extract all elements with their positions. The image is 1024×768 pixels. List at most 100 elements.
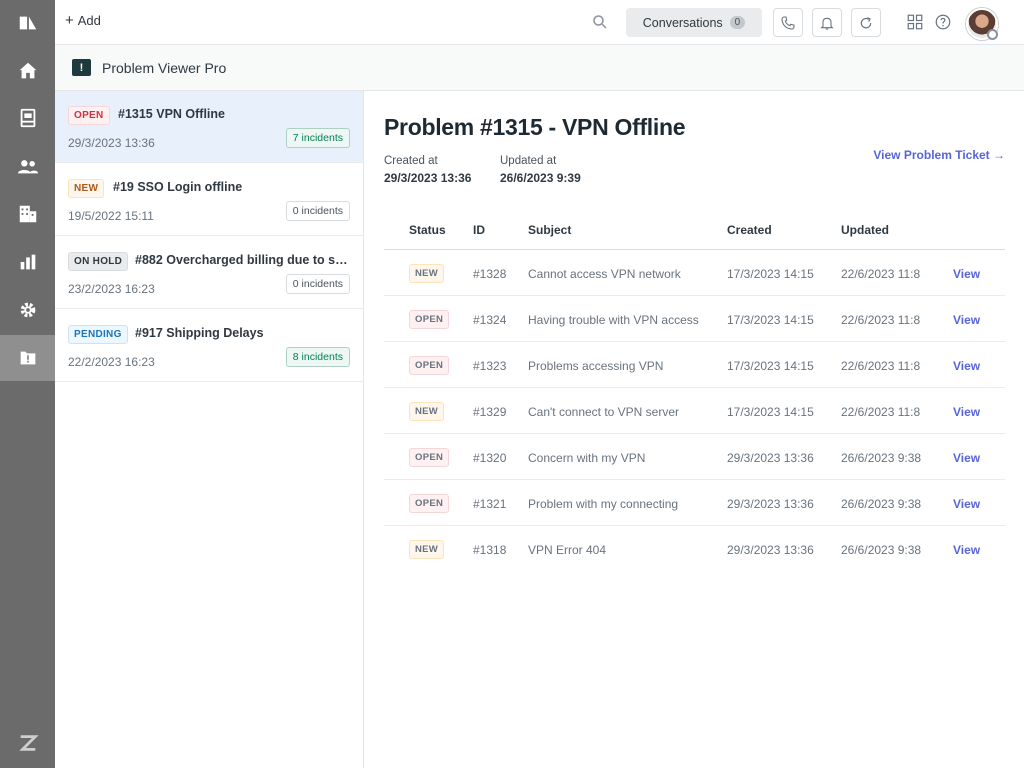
search-icon[interactable] <box>591 13 609 31</box>
column-header-updated[interactable]: Updated <box>841 223 889 237</box>
table-row: NEW #1318 VPN Error 404 29/3/2023 13:36 … <box>384 526 1005 572</box>
updated-value: 26/6/2023 9:39 <box>500 171 581 185</box>
view-link[interactable]: View <box>953 405 980 419</box>
problem-list: OPEN #1315 VPN Offline 29/3/2023 13:36 7… <box>55 91 364 768</box>
views-icon[interactable] <box>0 95 55 141</box>
ticket-subject: Concern with my VPN <box>528 451 646 465</box>
top-bar: + Add Conversations 0 <box>55 0 1024 45</box>
ticket-id: #1323 <box>473 359 507 373</box>
table-row: OPEN #1320 Concern with my VPN 29/3/2023… <box>384 434 1005 480</box>
ticket-created: 29/3/2023 13:36 <box>727 451 814 465</box>
ticket-updated: 22/6/2023 11:8 <box>841 313 921 327</box>
ticket-id: #1318 <box>473 543 507 557</box>
problem-list-item[interactable]: ON HOLD #882 Overcharged billing due to … <box>55 237 363 309</box>
help-icon[interactable] <box>934 13 952 31</box>
ticket-updated: 26/6/2023 9:38 <box>841 543 922 557</box>
problem-date: 29/3/2023 13:36 <box>68 136 155 150</box>
view-link[interactable]: View <box>953 313 980 327</box>
problem-date: 23/2/2023 16:23 <box>68 282 155 296</box>
app-header: ! Problem Viewer Pro <box>55 45 1024 91</box>
created-label: Created at <box>384 155 438 167</box>
incidents-count-badge: 7 incidents <box>285 128 350 148</box>
ticket-created: 17/3/2023 14:15 <box>727 267 814 281</box>
table-row: OPEN #1323 Problems accessing VPN 17/3/2… <box>384 342 1005 388</box>
add-label: Add <box>77 13 101 28</box>
status-badge: OPEN <box>409 356 450 375</box>
status-badge: NEW <box>68 179 105 198</box>
column-header-created[interactable]: Created <box>727 223 772 237</box>
problem-viewer-logo-icon: ! <box>72 59 91 76</box>
table-row: OPEN #1324 Having trouble with VPN acces… <box>384 296 1005 342</box>
plus-icon: + <box>65 12 74 29</box>
bell-icon <box>820 17 834 30</box>
apps-grid-icon[interactable] <box>906 13 924 31</box>
view-link[interactable]: View <box>953 267 980 281</box>
status-badge: PENDING <box>68 325 128 344</box>
table-row: OPEN #1321 Problem with my connecting 29… <box>384 480 1005 526</box>
view-problem-ticket-link[interactable]: View Problem Ticket → <box>873 148 1005 162</box>
ticket-subject: VPN Error 404 <box>528 543 607 557</box>
status-badge: OPEN <box>409 310 450 329</box>
app-title: Problem Viewer Pro <box>102 60 227 76</box>
ticket-id: #1324 <box>473 313 507 327</box>
view-link[interactable]: View <box>953 359 980 373</box>
conversations-count-badge: 0 <box>729 16 746 29</box>
table-row: NEW #1329 Can't connect to VPN server 17… <box>384 388 1005 434</box>
column-header-id[interactable]: ID <box>473 223 485 237</box>
view-link[interactable]: View <box>953 543 980 557</box>
ticket-subject: Problem with my connecting <box>528 497 679 511</box>
incidents-count-badge: 0 incidents <box>285 201 350 221</box>
status-badge: NEW <box>409 540 445 559</box>
phone-icon <box>781 15 795 30</box>
problem-list-item[interactable]: OPEN #1315 VPN Offline 29/3/2023 13:36 7… <box>55 91 363 163</box>
view-link[interactable]: View <box>953 497 980 511</box>
ticket-id: #1320 <box>473 451 507 465</box>
incidents-count-badge: 8 incidents <box>285 347 350 367</box>
ticket-updated: 22/6/2023 11:8 <box>841 267 921 281</box>
nav-rail <box>0 0 55 768</box>
reporting-icon[interactable] <box>0 239 55 285</box>
problem-list-item[interactable]: PENDING #917 Shipping Delays 22/2/2023 1… <box>55 310 363 382</box>
home-icon[interactable] <box>0 48 55 94</box>
updated-label: Updated at <box>500 155 557 167</box>
column-header-subject[interactable]: Subject <box>528 223 571 237</box>
conversations-button[interactable]: Conversations 0 <box>626 8 762 37</box>
organizations-icon[interactable] <box>0 191 55 237</box>
ticket-id: #1329 <box>473 405 507 419</box>
status-badge: ON HOLD <box>68 252 129 271</box>
view-link[interactable]: View <box>953 451 980 465</box>
ticket-subject: Can't connect to VPN server <box>528 405 680 419</box>
refresh-button[interactable] <box>851 8 881 37</box>
ticket-updated: 26/6/2023 9:38 <box>841 497 922 511</box>
notifications-button[interactable] <box>812 8 842 37</box>
ticket-created: 29/3/2023 13:36 <box>727 497 814 511</box>
table-row: NEW #1328 Cannot access VPN network 17/3… <box>384 250 1005 296</box>
problem-title: #19 SSO Login offline <box>113 180 243 194</box>
product-logo-icon[interactable] <box>0 0 55 46</box>
problem-list-item[interactable]: NEW #19 SSO Login offline 19/5/2022 15:1… <box>55 164 363 236</box>
status-badge: OPEN <box>68 106 110 125</box>
problem-viewer-app-icon[interactable] <box>0 335 55 381</box>
problem-date: 22/2/2023 16:23 <box>68 355 155 369</box>
settings-gear-icon[interactable] <box>0 287 55 333</box>
phone-button[interactable] <box>773 8 803 37</box>
ticket-created: 17/3/2023 14:15 <box>727 359 814 373</box>
ticket-created: 17/3/2023 14:15 <box>727 405 814 419</box>
ticket-id: #1321 <box>473 497 507 511</box>
column-header-status[interactable]: Status <box>409 223 446 237</box>
ticket-id: #1328 <box>473 267 507 281</box>
ticket-subject: Having trouble with VPN access <box>528 313 699 327</box>
ticket-created: 29/3/2023 13:36 <box>727 543 814 557</box>
ticket-subject: Problems accessing VPN <box>528 359 664 373</box>
ticket-subject: Cannot access VPN network <box>528 267 681 281</box>
problem-date: 19/5/2022 15:11 <box>68 209 154 223</box>
ticket-updated: 26/6/2023 9:38 <box>841 451 922 465</box>
problem-detail: Problem #1315 - VPN Offline Created at 2… <box>364 91 1024 768</box>
status-badge: NEW <box>409 402 445 421</box>
add-button[interactable]: + Add <box>65 13 101 28</box>
ticket-updated: 22/6/2023 11:8 <box>841 359 921 373</box>
conversations-label: Conversations <box>642 15 723 30</box>
ticket-updated: 22/6/2023 11:8 <box>841 405 921 419</box>
customers-icon[interactable] <box>0 144 55 190</box>
status-indicator <box>987 29 998 40</box>
